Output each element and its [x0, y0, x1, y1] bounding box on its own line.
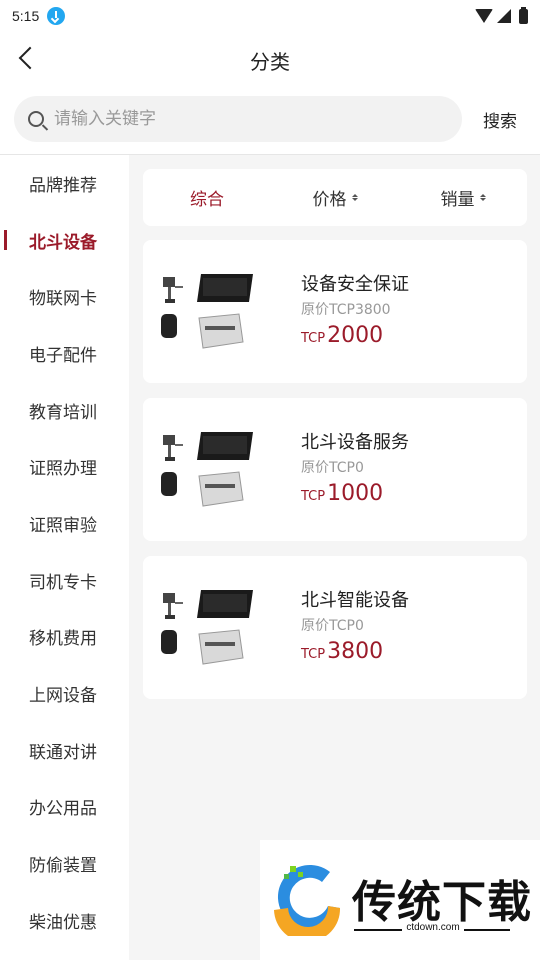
product-card[interactable]: 设备安全保证 原价TCP3800 TCP 2000 [143, 240, 527, 383]
sidebar-item-license-processing[interactable]: 证照办理 [0, 438, 129, 495]
sidebar-item-label: 移机费用 [29, 629, 97, 650]
sidebar-item-label: 品牌推荐 [29, 175, 97, 196]
search-box[interactable] [14, 96, 462, 142]
sort-comprehensive[interactable]: 综合 [143, 185, 271, 210]
sidebar-item-beidou-devices[interactable]: 北斗设备 [0, 212, 129, 269]
sidebar-item-label: 电子配件 [29, 345, 97, 366]
sidebar-item-label: 柴油优惠 [29, 912, 97, 933]
price-value: 2000 [327, 323, 384, 348]
sidebar-item-label: 北斗设备 [29, 232, 97, 253]
sort-sales[interactable]: 销量 [399, 185, 527, 210]
search-button[interactable]: 搜索 [472, 96, 528, 142]
sidebar-item-relocation-fee[interactable]: 移机费用 [0, 609, 129, 666]
search-row: 搜索 [0, 96, 540, 144]
sort-bar: 综合 价格 销量 [143, 169, 527, 226]
sort-arrows-icon [479, 194, 486, 201]
search-input[interactable] [54, 109, 434, 129]
price-unit: TCP [301, 489, 326, 504]
sort-price[interactable]: 价格 [271, 185, 399, 210]
price-value: 1000 [327, 481, 384, 506]
status-icons [475, 6, 528, 24]
sidebar-item-label: 证照办理 [29, 459, 97, 480]
signal-icon [497, 9, 511, 23]
sort-arrows-icon [351, 194, 358, 201]
product-original-price: 原价TCP3800 [301, 302, 391, 318]
watermark: 传统下载 ctdown.com [260, 840, 540, 960]
wifi-icon [475, 9, 493, 23]
sidebar-item-unicom-intercom[interactable]: 联通对讲 [0, 722, 129, 779]
back-icon[interactable] [18, 46, 42, 70]
product-image [161, 590, 253, 665]
product-image [161, 432, 253, 507]
sidebar-item-label: 教育培训 [29, 402, 97, 423]
price-unit: TCP [301, 647, 326, 662]
sort-label: 价格 [312, 190, 347, 210]
product-card[interactable]: 北斗设备服务 原价TCP0 TCP 1000 [143, 398, 527, 541]
header: 分类 [0, 32, 540, 88]
price-value: 3800 [327, 639, 384, 664]
sidebar-item-label: 证照审验 [29, 515, 97, 536]
product-name: 设备安全保证 [301, 274, 409, 295]
sidebar-item-driver-card[interactable]: 司机专卡 [0, 552, 129, 609]
download-icon [47, 7, 66, 25]
sidebar-item-internet-devices[interactable]: 上网设备 [0, 665, 129, 722]
sort-label: 综合 [190, 190, 224, 210]
watermark-url: ctdown.com [406, 922, 460, 933]
sidebar-item-brand[interactable]: 品牌推荐 [0, 155, 129, 212]
sidebar-item-label: 司机专卡 [29, 572, 97, 593]
product-original-price: 原价TCP0 [301, 618, 364, 634]
sidebar-item-electronic-parts[interactable]: 电子配件 [0, 325, 129, 382]
sort-label: 销量 [440, 190, 475, 210]
product-card[interactable]: 北斗智能设备 原价TCP0 TCP 3800 [143, 556, 527, 699]
sidebar-item-anti-theft[interactable]: 防偷装置 [0, 835, 129, 892]
product-price: TCP 1000 [301, 481, 383, 506]
active-indicator [4, 229, 7, 250]
search-icon [28, 111, 44, 127]
sidebar-item-iot-card[interactable]: 物联网卡 [0, 268, 129, 325]
sidebar-item-license-review[interactable]: 证照审验 [0, 495, 129, 552]
watermark-logo-icon [274, 864, 341, 936]
category-sidebar: 品牌推荐 北斗设备 物联网卡 电子配件 教育培训 证照办理 证照审验 司机专卡 … [0, 155, 129, 960]
sidebar-item-education[interactable]: 教育培训 [0, 382, 129, 439]
price-unit: TCP [301, 331, 326, 346]
sidebar-item-diesel-discount[interactable]: 柴油优惠 [0, 892, 129, 949]
product-price: TCP 2000 [301, 323, 383, 348]
watermark-line [354, 929, 402, 931]
watermark-title: 传统下载 [352, 877, 532, 928]
battery-icon [519, 6, 528, 24]
page-title: 分类 [250, 49, 290, 74]
sidebar-item-label: 办公用品 [29, 799, 97, 820]
sidebar-item-label: 上网设备 [29, 686, 97, 707]
sidebar-item-label: 物联网卡 [29, 289, 97, 310]
status-bar: 5:15 [0, 0, 540, 32]
product-name: 北斗设备服务 [301, 432, 409, 453]
sidebar-item-office-supplies[interactable]: 办公用品 [0, 779, 129, 836]
status-time: 5:15 [12, 8, 40, 24]
sidebar-item-label: 防偷装置 [29, 856, 97, 877]
watermark-line [464, 929, 510, 931]
product-image [161, 274, 253, 349]
product-original-price: 原价TCP0 [301, 460, 364, 476]
product-price: TCP 3800 [301, 639, 383, 664]
sidebar-item-label: 联通对讲 [29, 742, 97, 763]
product-name: 北斗智能设备 [301, 590, 409, 611]
